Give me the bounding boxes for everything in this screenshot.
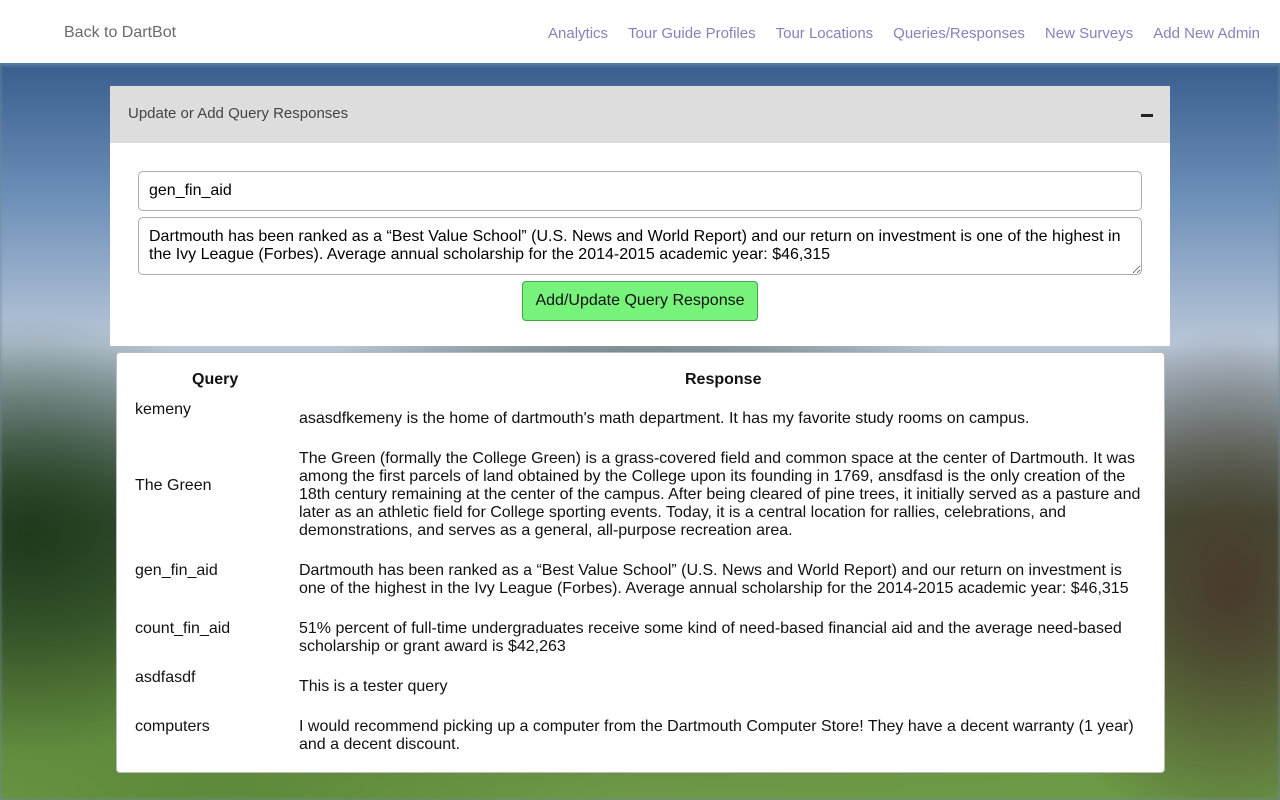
row-response: asasdfkemeny is the home of dartmouth's … [299,410,1030,427]
table-header-row: Query Response [117,371,1164,391]
panel-header[interactable]: Update or Add Query Responses [110,86,1170,143]
row-response: I would recommend picking up a computer … [299,718,1134,753]
row-query: The Green [135,477,212,494]
admin-nav: Analytics Tour Guide Profiles Tour Locat… [548,25,1260,42]
collapse-minus-icon[interactable] [1141,114,1153,117]
row-query: kemeny [135,401,192,418]
row-response: 51% percent of full-time undergraduates … [299,620,1122,655]
back-to-dartbot-link[interactable]: Back to DartBot [64,24,176,42]
row-query: count_fin_aid [135,620,231,637]
nav-link-queries-responses[interactable]: Queries/Responses [893,25,1025,42]
update-query-panel: Update or Add Query Responses Dartmouth … [110,86,1170,346]
nav-link-add-new-admin[interactable]: Add New Admin [1153,25,1260,42]
add-update-query-button[interactable]: Add/Update Query Response [522,281,758,321]
nav-link-analytics[interactable]: Analytics [548,25,608,42]
panel-title: Update or Add Query Responses [128,105,349,122]
row-response: The Green (formally the College Green) i… [299,450,1141,539]
row-query: asdfasdf [135,669,196,686]
column-header-response: Response [685,371,762,388]
nav-link-new-surveys[interactable]: New Surveys [1045,25,1133,42]
row-response: Dartmouth has been ranked as a “Best Val… [299,562,1129,597]
response-textarea[interactable]: Dartmouth has been ranked as a “Best Val… [138,217,1142,275]
top-navbar: Back to DartBot Analytics Tour Guide Pro… [0,0,1280,65]
nav-link-tour-guide-profiles[interactable]: Tour Guide Profiles [628,25,756,42]
query-name-input[interactable] [138,171,1142,211]
column-header-query: Query [192,371,239,388]
row-response: This is a tester query [299,678,448,695]
query-response-table: Query Response kemeny asasdfkemeny is th… [116,352,1165,773]
row-query: gen_fin_aid [135,562,218,579]
nav-link-tour-locations[interactable]: Tour Locations [776,25,874,42]
row-query: computers [135,718,210,735]
